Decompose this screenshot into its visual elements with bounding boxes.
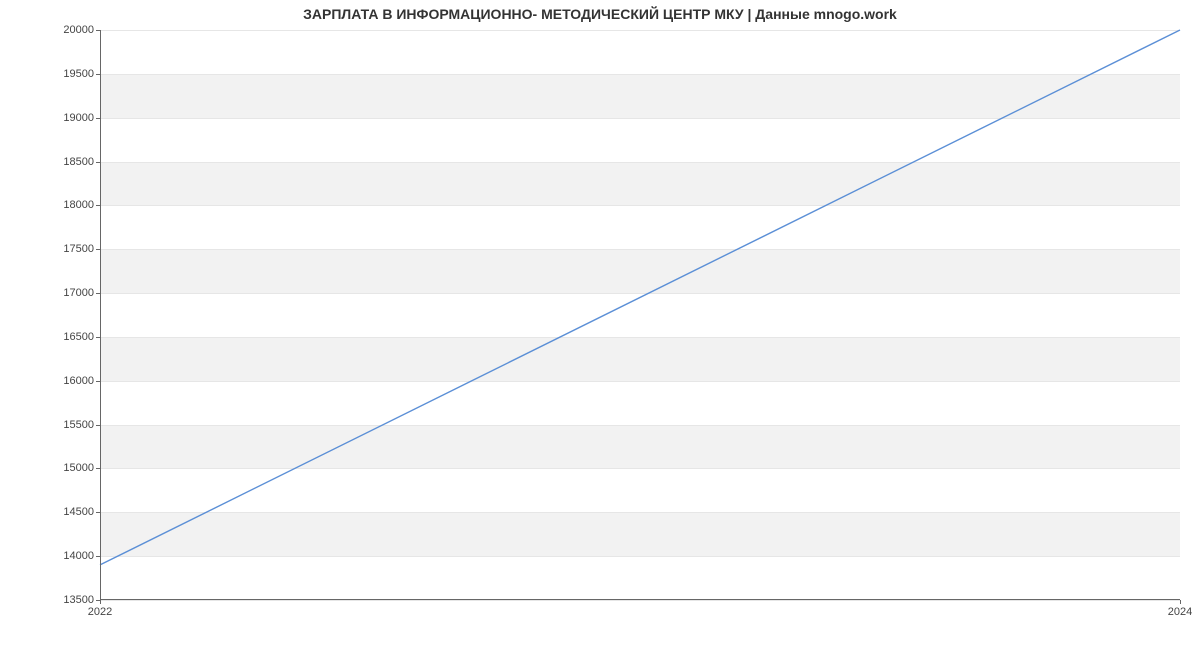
y-tick-label: 13500	[34, 594, 94, 606]
y-tick-label: 19500	[34, 68, 94, 80]
x-tick-mark	[1180, 600, 1181, 604]
y-tick-label: 15500	[34, 419, 94, 431]
y-tick-label: 17500	[34, 243, 94, 255]
y-tick-mark	[96, 205, 100, 206]
y-tick-mark	[96, 512, 100, 513]
plot-border	[100, 30, 1180, 600]
y-tick-mark	[96, 118, 100, 119]
y-tick-mark	[96, 425, 100, 426]
y-tick-label: 19000	[34, 112, 94, 124]
chart-container: ЗАРПЛАТА В ИНФОРМАЦИОННО- МЕТОДИЧЕСКИЙ Ц…	[0, 0, 1200, 650]
y-gridline	[100, 600, 1180, 601]
x-tick-label: 2024	[1168, 606, 1192, 618]
y-tick-mark	[96, 249, 100, 250]
chart-title: ЗАРПЛАТА В ИНФОРМАЦИОННО- МЕТОДИЧЕСКИЙ Ц…	[0, 6, 1200, 22]
y-tick-label: 14000	[34, 550, 94, 562]
y-tick-label: 14500	[34, 506, 94, 518]
y-tick-label: 16000	[34, 375, 94, 387]
y-tick-label: 17000	[34, 287, 94, 299]
y-tick-label: 20000	[34, 24, 94, 36]
y-tick-mark	[96, 162, 100, 163]
y-tick-mark	[96, 74, 100, 75]
y-tick-mark	[96, 30, 100, 31]
y-tick-mark	[96, 293, 100, 294]
plot-area	[100, 30, 1180, 600]
y-tick-mark	[96, 337, 100, 338]
y-tick-mark	[96, 381, 100, 382]
x-tick-mark	[100, 600, 101, 604]
y-tick-mark	[96, 468, 100, 469]
y-tick-label: 18000	[34, 199, 94, 211]
y-tick-label: 18500	[34, 156, 94, 168]
y-tick-mark	[96, 556, 100, 557]
y-tick-label: 15000	[34, 462, 94, 474]
x-tick-label: 2022	[88, 606, 112, 618]
y-tick-label: 16500	[34, 331, 94, 343]
